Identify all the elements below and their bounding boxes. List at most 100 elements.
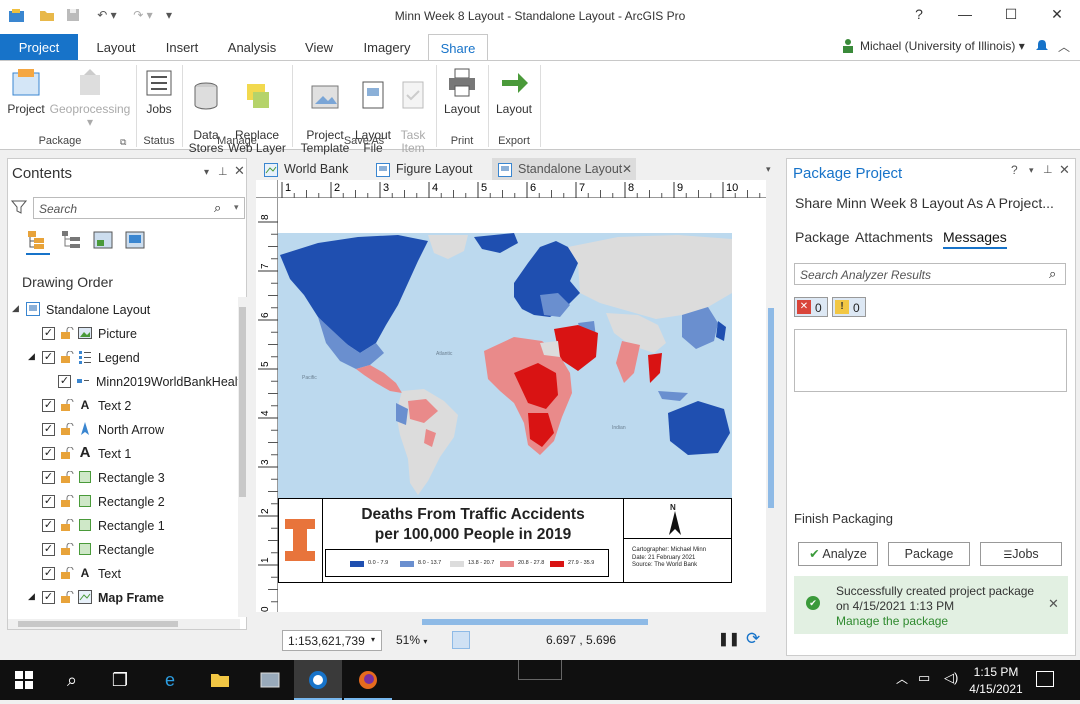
tree-item[interactable]: ✓ North Arrow [8,418,240,442]
view-tab-standalone-layout[interactable]: Standalone Layout ✕ [492,158,636,180]
tree-item[interactable]: ✓ A Text [8,562,240,586]
visibility-checkbox[interactable]: ✓ [42,567,55,580]
tab-attachments[interactable]: Attachments [855,229,933,245]
expand-icon[interactable]: ◢ [28,351,35,362]
vscroll-thumb[interactable] [768,308,774,508]
scrollbar-thumb[interactable] [239,307,246,497]
unlock-icon[interactable] [60,326,74,340]
visibility-checkbox[interactable]: ✓ [42,591,55,604]
tree-item[interactable]: ◢ ✓ Map Frame [8,586,240,610]
pause-drawing-icon[interactable]: ❚❚ [718,631,740,647]
contents-search-input[interactable]: Search ⌕ ▾ [33,197,245,219]
title-box[interactable]: Deaths From Traffic Accidents per 100,00… [278,498,732,583]
errors-filter[interactable]: ✕ 0 [794,297,828,317]
unlock-icon[interactable] [60,590,74,604]
export-layout-button[interactable]: Layout [492,67,536,116]
start-icon[interactable] [0,660,48,700]
tab-messages[interactable]: Messages [943,229,1007,249]
view-tab-world-bank[interactable]: World Bank [258,158,370,180]
unlock-icon[interactable] [60,350,74,364]
task-view-icon[interactable]: ❐ [96,660,144,700]
filter-icon[interactable] [10,199,28,215]
hscrollbar-thumb[interactable] [18,621,178,627]
print-layout-button[interactable]: Layout [440,67,484,116]
expand-icon[interactable]: ◢ [12,303,19,314]
tree-item[interactable]: ✓ Rectangle 3 [8,466,240,490]
visibility-checkbox[interactable]: ✓ [42,447,55,460]
maximize-button[interactable]: ☐ [996,6,1026,26]
visibility-checkbox[interactable]: ✓ [42,327,55,340]
app-window-icon[interactable] [246,660,294,700]
jobs-button[interactable]: Jobs [140,67,178,116]
list-by-type-icon[interactable] [60,229,82,251]
visibility-checkbox[interactable]: ✓ [42,471,55,484]
tree-item[interactable]: ◢ ✓ Legend [8,346,240,370]
manage-package-link[interactable]: Manage the package [836,614,948,628]
tree-item[interactable]: ✓ Minn2019WorldBankHealtl [8,370,240,394]
geoprocessing-button[interactable]: Geoprocessing ▾ [48,67,132,129]
help-button[interactable]: ? [904,6,934,26]
pane-close-icon[interactable]: ✕ [234,163,245,179]
visibility-checkbox[interactable]: ✓ [42,351,55,364]
visibility-checkbox[interactable]: ✓ [42,399,55,412]
clock[interactable]: 1:15 PM 4/15/2021 [968,664,1024,698]
visibility-checkbox[interactable]: ✓ [42,543,55,556]
arcgis-pro-taskbar-icon[interactable] [294,660,342,700]
expand-icon[interactable]: ◢ [28,591,35,602]
unlock-icon[interactable] [60,518,74,532]
dialog-launcher-icon[interactable]: ⧉ [120,137,126,148]
pane-menu-icon[interactable]: ▾ [1029,165,1034,176]
pane-close-icon[interactable]: ✕ [1059,162,1070,178]
analyze-button[interactable]: ✔ Analyze [798,542,878,566]
tree-item[interactable]: ✓ Rectangle 2 [8,490,240,514]
jobs-button[interactable]: ☰Jobs [980,542,1062,566]
contents-scrollbar[interactable] [238,297,247,617]
tree-item[interactable]: ✓ A Text 2 [8,394,240,418]
notification-icon[interactable] [1034,38,1050,54]
dismiss-icon[interactable]: ✕ [1048,596,1059,612]
tree-item[interactable]: ✓ Picture [8,322,240,346]
unlock-icon[interactable] [60,422,74,436]
layout-canvas[interactable]: 1 2 3 4 5 6 7 8 9 10 876543210 Atlantic … [256,180,766,652]
analyzer-search-input[interactable]: Search Analyzer Results ⌕ [794,263,1066,285]
tab-package[interactable]: Package [795,229,849,245]
show-hidden-icons[interactable]: ︿ [896,670,908,687]
warnings-filter[interactable]: ! 0 [832,297,866,317]
user-account[interactable]: Michael (University of Illinois) ▾ [860,39,1025,53]
help-icon[interactable]: ? [1011,163,1018,177]
unlock-icon[interactable] [60,470,74,484]
unlock-icon[interactable] [60,542,74,556]
file-explorer-icon[interactable] [196,660,244,700]
tab-analysis[interactable]: Analysis [222,34,282,60]
drawing-order-view-icon[interactable] [26,229,50,255]
package-button[interactable]: Package [888,542,970,566]
analyzer-results-list[interactable] [794,329,1067,392]
visibility-checkbox[interactable]: ✓ [42,519,55,532]
tab-insert[interactable]: Insert [156,34,208,60]
hscroll-thumb[interactable] [422,619,648,625]
list-by-selection-icon[interactable] [92,229,114,251]
tab-imagery[interactable]: Imagery [356,34,418,60]
tab-layout[interactable]: Layout [88,34,144,60]
pane-menu-icon[interactable]: ▾ [204,167,209,178]
tree-root-standalone-layout[interactable]: ◢ Standalone Layout [8,298,240,322]
collapse-ribbon-icon[interactable]: ︿ [1058,38,1070,55]
internet-explorer-icon[interactable]: e [146,660,194,700]
tab-overflow-icon[interactable]: ▾ [766,164,771,175]
pin-icon[interactable]: ⊥ [218,165,228,178]
tab-share[interactable]: Share [428,34,488,61]
tab-view[interactable]: View [296,34,342,60]
unlock-icon[interactable] [60,566,74,580]
map-frame[interactable]: Atlantic Pacific Indian [278,233,732,498]
minimize-button[interactable]: — [950,6,980,26]
visibility-checkbox[interactable]: ✓ [42,423,55,436]
unlock-icon[interactable] [60,446,74,460]
package-project-button[interactable]: Project [4,67,48,116]
list-by-locking-icon[interactable] [124,229,146,251]
close-button[interactable]: ✕ [1042,6,1072,26]
refresh-icon[interactable]: ⟳ [746,629,760,649]
close-tab-icon[interactable]: ✕ [622,158,632,180]
firefox-icon[interactable] [344,660,392,700]
pin-icon[interactable]: ⊥ [1043,163,1053,176]
contents-hscrollbar[interactable] [8,619,240,629]
